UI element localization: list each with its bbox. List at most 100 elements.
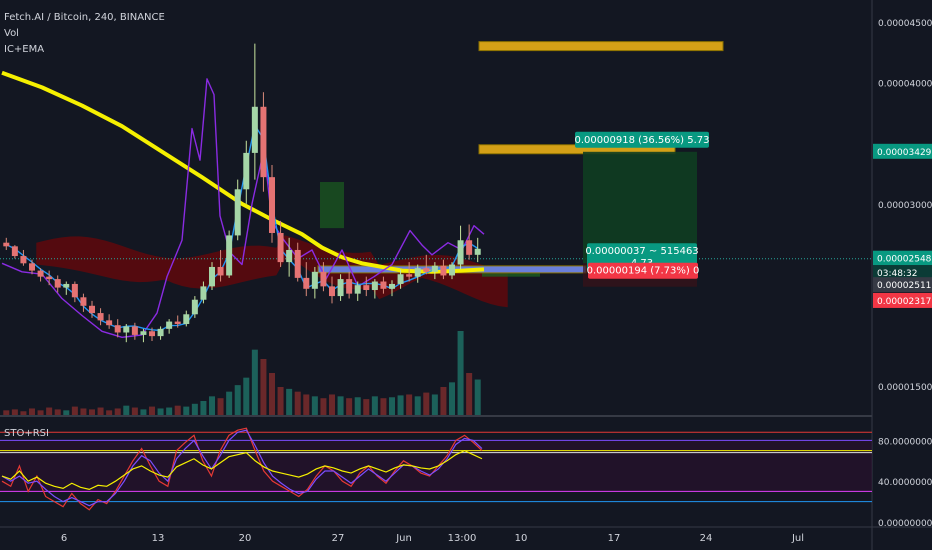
volume-bar — [346, 398, 353, 415]
candle-body — [423, 268, 430, 272]
candle-body — [354, 285, 361, 294]
overbought-band — [0, 440, 872, 492]
target-label: 0.00000918 (36.56%) 5.73 — [575, 131, 710, 148]
volume-bar — [157, 408, 164, 415]
target-label-text: 0.00000918 (36.56%) 5.73 — [575, 135, 710, 146]
volume-bar — [406, 394, 413, 415]
volume-bar — [63, 410, 70, 415]
candle-body — [114, 325, 121, 333]
volume-bar — [389, 397, 395, 415]
volume-bar — [363, 399, 370, 415]
candle-body — [217, 266, 224, 276]
volume-bar — [320, 398, 327, 415]
volume-bar — [200, 401, 207, 415]
volume-bar — [251, 349, 258, 415]
time-tick-label: 6 — [61, 533, 67, 544]
candle-body — [294, 249, 301, 278]
candle-body — [131, 326, 138, 335]
volume-bar — [106, 410, 113, 415]
candle-body — [46, 276, 53, 280]
candle-body — [200, 286, 207, 300]
time-tick-label: Jun — [395, 533, 412, 544]
candle-body — [226, 235, 233, 276]
price-tag-label: 0.00002511 — [877, 281, 931, 291]
volume-bar — [277, 387, 284, 415]
volume-bar — [371, 396, 378, 415]
volume-bar — [337, 396, 344, 415]
candle-body — [11, 246, 18, 257]
time-tick-label: Jul — [791, 533, 804, 544]
chart-title[interactable]: Fetch.AI / Bitcoin, 240, BINANCE — [4, 12, 165, 23]
candle-body — [449, 264, 455, 276]
volume-bar — [29, 408, 35, 415]
volume-bar — [397, 395, 404, 415]
candle-body — [209, 266, 215, 287]
volume-legend[interactable]: Vol — [4, 28, 19, 39]
time-tick-label: 24 — [700, 533, 713, 544]
candle-body — [371, 281, 378, 291]
candle-body — [474, 248, 481, 255]
sub-price-tick: 40.00000000 — [878, 478, 932, 488]
time-tick-label: 27 — [332, 533, 345, 544]
candle-body — [166, 321, 173, 329]
volume-bar — [303, 394, 310, 415]
candle-body — [29, 263, 35, 271]
bullish-cloud — [320, 182, 344, 229]
candle-body — [457, 240, 464, 265]
volume-bar — [466, 373, 473, 415]
price-tag-label: 0.00002548 — [877, 255, 932, 265]
time-tick-label: 13 — [152, 533, 165, 544]
volume-bar — [20, 411, 27, 415]
volume-bar — [80, 408, 87, 415]
volume-bar — [149, 406, 155, 415]
volume-bar — [226, 391, 233, 415]
volume-bar — [123, 405, 130, 415]
candle-body — [20, 256, 27, 264]
candle-body — [157, 328, 164, 337]
candle-body — [174, 321, 181, 324]
volume-bar — [54, 409, 61, 415]
volume-bar — [166, 407, 173, 415]
candle-body — [311, 271, 318, 289]
indicator-legend[interactable]: IC+EMA — [4, 44, 44, 55]
time-tick-label: 17 — [608, 533, 621, 544]
price-chart[interactable]: 0.00000918 (36.56%) 5.73 0.00000037 ~ 515… — [0, 0, 932, 550]
sub-pane-title[interactable]: STO+RSI — [4, 428, 49, 439]
volume-bar — [11, 409, 18, 415]
candle-body — [286, 249, 293, 263]
candle-body — [80, 297, 87, 306]
candle-body — [346, 279, 353, 294]
volume-bar — [269, 373, 275, 415]
volume-bar — [440, 387, 447, 415]
sub-price-tick: 0.00000000 — [878, 519, 932, 529]
candle-body — [277, 232, 284, 263]
volume-bar — [191, 403, 198, 415]
candle-body — [363, 285, 370, 291]
volume-bar — [457, 331, 464, 415]
long-position-tool: 0.00000918 (36.56%) 5.73 0.00000037 ~ 515… — [575, 131, 710, 287]
candle-body — [63, 283, 70, 288]
candle-body — [329, 286, 335, 297]
candle-body — [414, 268, 421, 277]
stop-label: 0.00000194 (7.73%) 0 — [587, 262, 700, 279]
volume-bar — [286, 388, 293, 415]
candle-body — [303, 277, 310, 289]
candle-body — [71, 283, 78, 298]
volume-bar — [174, 405, 181, 415]
time-tick-label: 13:00 — [448, 533, 477, 544]
volume-bar — [217, 398, 224, 415]
volume-bar — [329, 394, 335, 415]
target-2-zone — [478, 41, 724, 52]
candle-body — [54, 279, 61, 288]
candle-body — [251, 106, 258, 153]
volume-bar — [97, 407, 104, 415]
stop-label-text: 0.00000194 (7.73%) 0 — [587, 266, 700, 277]
volume-bar — [131, 407, 138, 415]
volume-bar — [431, 394, 438, 415]
candle-body — [243, 152, 250, 190]
volume-bar — [183, 406, 190, 415]
candle-body — [380, 281, 387, 289]
time-tick-label: 20 — [239, 533, 252, 544]
volume-bar — [209, 396, 215, 415]
volume-bar — [294, 391, 301, 415]
